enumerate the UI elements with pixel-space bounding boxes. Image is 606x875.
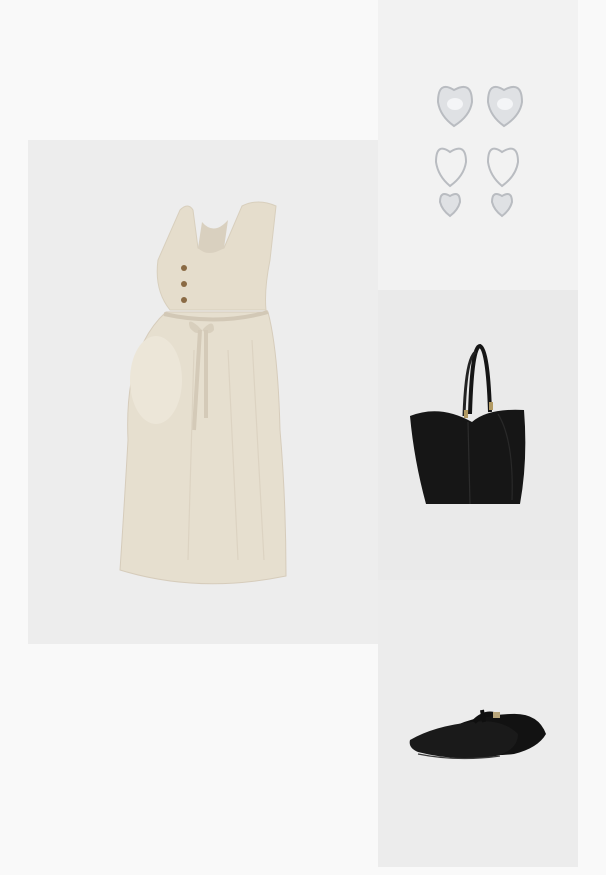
dress-tile[interactable] xyxy=(28,140,378,644)
tote-bag-image xyxy=(410,343,526,505)
tote-bag-tile[interactable] xyxy=(378,290,578,580)
mary-jane-tile[interactable] xyxy=(378,580,578,867)
maternity-dress-image xyxy=(119,201,287,585)
heart-earrings-image xyxy=(434,86,524,218)
mary-jane-flats-image xyxy=(409,709,546,760)
earrings-tile[interactable] xyxy=(378,0,578,290)
